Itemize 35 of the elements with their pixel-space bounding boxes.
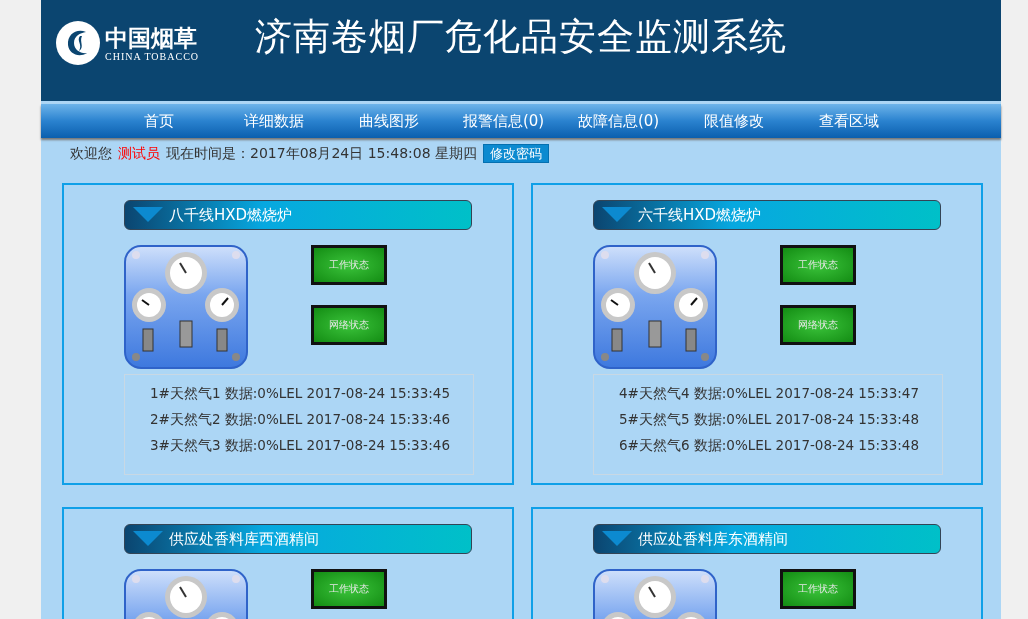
- sensor-reading: 6#天然气6 数据:0%LEL 2017-08-24 15:33:48: [619, 436, 920, 455]
- sensor-reading: 4#天然气4 数据:0%LEL 2017-08-24 15:33:47: [619, 384, 920, 403]
- nav-link[interactable]: 首页: [101, 111, 216, 131]
- nav-link[interactable]: 报警信息(0): [446, 111, 561, 131]
- change-password-button[interactable]: 修改密码: [483, 144, 550, 163]
- sensor-reading: 3#天然气3 数据:0%LEL 2017-08-24 15:33:46: [150, 436, 451, 455]
- area-title: 六千线HXD燃烧炉: [638, 205, 762, 225]
- area-title: 供应处香料库东酒精间: [638, 529, 788, 549]
- chevron-icon: [602, 531, 632, 547]
- nav-link[interactable]: 详细数据: [216, 111, 331, 131]
- area-title: 八千线HXD燃烧炉: [169, 205, 293, 225]
- sensor-reading: 1#天然气1 数据:0%LEL 2017-08-24 15:33:45: [150, 384, 451, 403]
- status-button[interactable]: 工作状态: [311, 569, 387, 609]
- area-title: 供应处香料库西酒精间: [169, 529, 319, 549]
- chevron-icon: [133, 531, 163, 547]
- current-time: 现在时间是：2017年08月24日 15:48:08 星期四: [166, 144, 478, 163]
- nav-link[interactable]: 查看区域: [791, 111, 906, 131]
- chevron-icon: [602, 207, 632, 223]
- user-name: 测试员: [118, 144, 160, 163]
- sensor-reading: 2#天然气2 数据:0%LEL 2017-08-24 15:33:46: [150, 410, 451, 429]
- status-button[interactable]: 网络状态: [780, 305, 856, 345]
- status-button[interactable]: 工作状态: [311, 245, 387, 285]
- logo-icon: [55, 20, 101, 66]
- status-button[interactable]: 工作状态: [780, 569, 856, 609]
- chevron-icon: [133, 207, 163, 223]
- nav-link[interactable]: 故障信息(0): [561, 111, 676, 131]
- sensor-reading: 5#天然气5 数据:0%LEL 2017-08-24 15:33:48: [619, 410, 920, 429]
- greeting-text: 欢迎您: [70, 144, 112, 163]
- nav-link[interactable]: 限值修改: [676, 111, 791, 131]
- logo-name: 中国烟草: [105, 24, 198, 51]
- status-button[interactable]: 网络状态: [311, 305, 387, 345]
- nav-link[interactable]: 曲线图形: [331, 111, 446, 131]
- logo-subtitle: CHINA TOBACCO: [105, 50, 200, 62]
- status-button[interactable]: 工作状态: [780, 245, 856, 285]
- system-title: 济南卷烟厂危化品安全监测系统: [255, 14, 788, 60]
